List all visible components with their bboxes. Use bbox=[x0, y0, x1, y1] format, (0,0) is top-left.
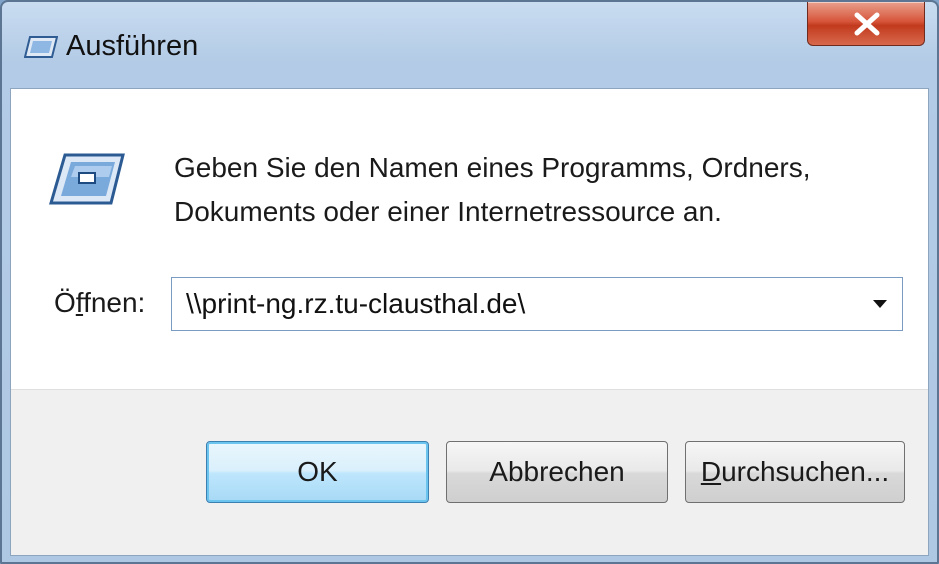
cancel-button[interactable]: Abbrechen bbox=[446, 441, 668, 503]
run-icon bbox=[24, 36, 58, 58]
instruction-line-2: Dokuments oder einer Internetressource a… bbox=[174, 196, 722, 227]
browse-label: urchsuchen... bbox=[721, 456, 890, 487]
open-label: Öffnen: bbox=[54, 287, 145, 319]
open-input[interactable] bbox=[172, 278, 852, 330]
browse-button[interactable]: Durchsuchen... bbox=[685, 441, 905, 503]
window-title: Ausführen bbox=[66, 30, 199, 62]
open-combobox[interactable] bbox=[171, 277, 903, 331]
open-label-prefix: Ö bbox=[54, 287, 76, 318]
close-icon bbox=[854, 12, 880, 36]
browse-mnemonic: D bbox=[700, 456, 722, 487]
open-label-mnemonic: f bbox=[75, 287, 84, 318]
open-label-suffix: fnen: bbox=[83, 287, 146, 318]
instruction-text: Geben Sie den Namen eines Programms, Ord… bbox=[174, 146, 874, 234]
ok-button[interactable]: OK bbox=[206, 441, 429, 503]
run-icon bbox=[49, 153, 125, 205]
chevron-down-icon[interactable] bbox=[872, 298, 888, 310]
run-dialog-window: Ausführen Geben Sie den Namen eines Prog… bbox=[0, 0, 939, 564]
dialog-content: Geben Sie den Namen eines Programms, Ord… bbox=[10, 88, 929, 556]
close-button[interactable] bbox=[807, 2, 925, 46]
title-bar[interactable]: Ausführen bbox=[2, 2, 937, 88]
instruction-line-1: Geben Sie den Namen eines Programms, Ord… bbox=[174, 152, 811, 183]
